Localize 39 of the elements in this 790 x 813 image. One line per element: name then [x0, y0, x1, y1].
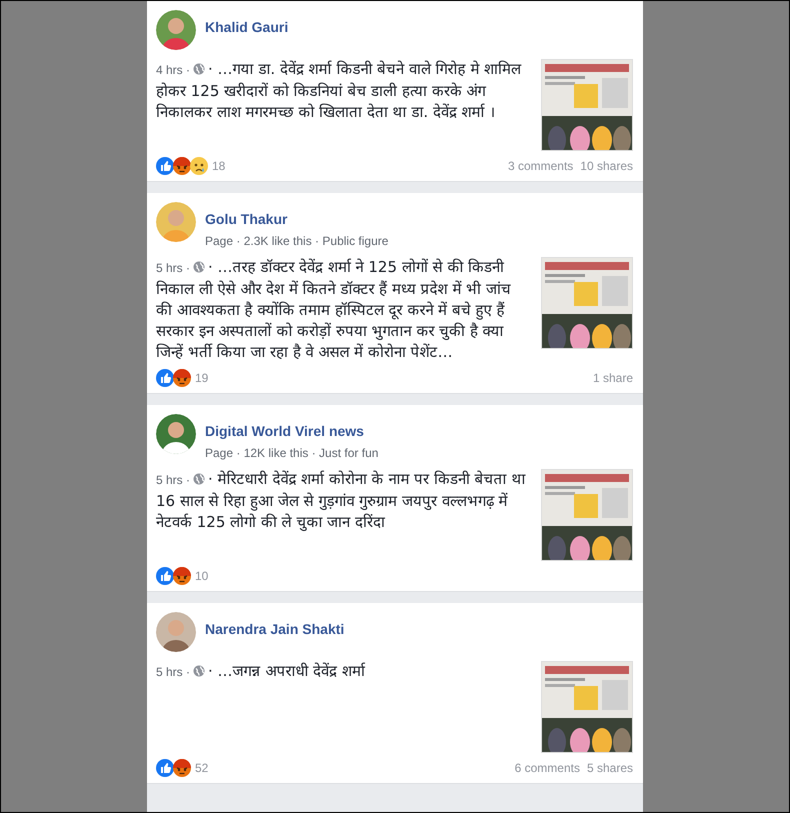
author-name[interactable]: Khalid Gauri: [205, 19, 288, 36]
post-time[interactable]: 4 hrs ·: [156, 63, 190, 77]
author-name[interactable]: Narendra Jain Shakti: [205, 621, 344, 638]
angry-icon: [173, 759, 191, 777]
post-text: 5 hrs · · …तरह डॉक्टर देवेंद्र शर्मा ने 125 लोगों से की किडनी निकाल ली ऐसे और देश में कितने डॉक्टर हैं मध्य प्रदेश में भी जांच की आवश्यकता है क्योंकि तमाम हॉस्पिटल दूर करने में बचे हुए हैं सरकार इन अस्पतालों को करोड़ों रुपया भुगतान कर चुकी है क्या जिन्हें भर्ती किया जा रहा है वे असल में कोरोना पेशेंट…: [156, 257, 512, 363]
angry-icon: [173, 369, 191, 387]
post-stat[interactable]: 10 shares: [580, 159, 633, 173]
page-info: Page · 2.3K like this · Public figure: [205, 234, 388, 248]
reaction-count[interactable]: 19: [195, 371, 208, 385]
page-info: Page · 12K like this · Just for fun: [205, 446, 378, 460]
sad-icon: [190, 157, 208, 175]
like-icon: [156, 369, 174, 387]
globe-icon: [193, 665, 206, 677]
reaction-count[interactable]: 18: [212, 159, 226, 173]
post-text: 5 hrs · · मेरिटधारी देवेंद्र शर्मा कोरोना के नाम पर किडनी बेचता था 16 साल से रिहा हुआ जेल से गुड़गांव गुरुग्राम जयपुर वल्लभगढ़ में नेटवर्क 125 लोगो की ले चुका जान दरिंदा: [156, 469, 527, 533]
post-text: 4 hrs · · …गया डा. देवेंद्र शर्मा किडनी बेचने वाले गिरोह मे शामिल होकर 125 खरीदारों को किडनियां बेच डाली हत्या करके अंग निकालकर लाश मगरमच्छ को खिलाता देता था डा. देवेंद्र शर्मा ।: [156, 59, 522, 123]
post-time[interactable]: 5 hrs ·: [156, 665, 190, 679]
angry-icon: [173, 157, 191, 175]
avatar[interactable]: [156, 10, 196, 50]
like-icon: [156, 759, 174, 777]
reaction-count[interactable]: 52: [195, 761, 208, 775]
post-time[interactable]: 5 hrs ·: [156, 473, 190, 487]
like-icon: [156, 157, 174, 175]
post-stat[interactable]: 6 comments: [514, 761, 580, 775]
globe-icon: [193, 63, 206, 75]
avatar[interactable]: [156, 414, 196, 454]
post-stat[interactable]: 1 share: [592, 371, 633, 385]
like-icon: [156, 567, 174, 585]
angry-icon: [173, 567, 191, 585]
avatar[interactable]: [156, 612, 196, 652]
globe-icon: [193, 473, 206, 485]
author-name[interactable]: Golu Thakur: [205, 211, 388, 228]
globe-icon: [193, 261, 206, 273]
post-stat[interactable]: 3 comments: [508, 159, 574, 173]
reaction-count[interactable]: 10: [195, 569, 208, 583]
author-name[interactable]: Digital World Virel news: [205, 423, 378, 440]
post-stat[interactable]: 5 shares: [586, 761, 633, 775]
post-text: 5 hrs · · …जगन्न अपराधी देवेंद्र शर्मा: [156, 661, 366, 682]
post-time[interactable]: 5 hrs ·: [156, 261, 190, 275]
